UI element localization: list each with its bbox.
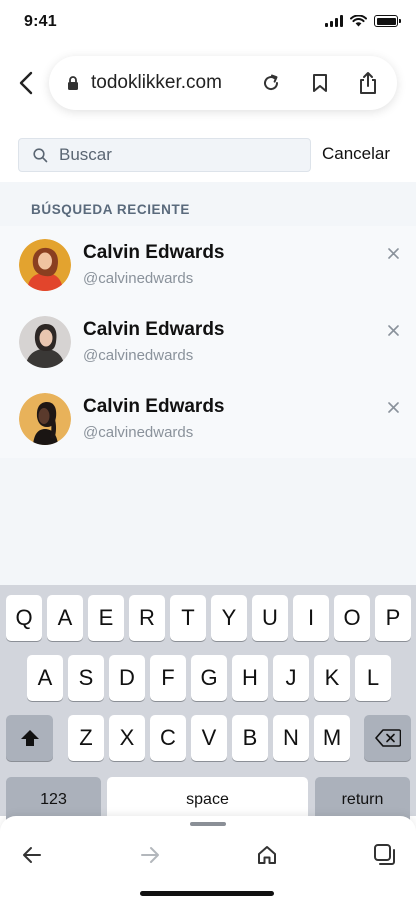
avatar-image (19, 239, 71, 291)
key-o[interactable]: O (334, 595, 370, 641)
item-handle: @calvinedwards (83, 270, 194, 287)
list-item[interactable]: Calvin Edwards @calvinedwards (0, 380, 416, 457)
remove-item-button[interactable] (384, 321, 402, 339)
key-d[interactable]: D (109, 655, 145, 701)
key-r[interactable]: R (129, 595, 165, 641)
status-icons (325, 15, 401, 27)
section-title: BÚSQUEDA RECIENTE (31, 202, 190, 217)
list-item[interactable]: Calvin Edwards @calvinedwards (0, 303, 416, 380)
arrow-right-icon (141, 847, 159, 863)
key-t[interactable]: T (170, 595, 206, 641)
key-y[interactable]: Y (211, 595, 247, 641)
key-a[interactable]: A (27, 655, 63, 701)
home-indicator (140, 891, 274, 896)
battery-icon (374, 15, 401, 27)
browser-bar: todoklikker.com (0, 56, 416, 110)
status-time: 9:41 (24, 13, 57, 30)
search-input[interactable] (59, 139, 299, 171)
key-q[interactable]: Q (6, 595, 42, 641)
key-c[interactable]: C (150, 715, 186, 761)
key-k[interactable]: K (314, 655, 350, 701)
item-name: Calvin Edwards (83, 319, 225, 340)
item-handle: @calvinedwards (83, 347, 194, 364)
search-box[interactable] (18, 138, 311, 172)
item-name: Calvin Edwards (83, 396, 225, 417)
item-name: Calvin Edwards (83, 242, 225, 263)
key-l[interactable]: L (355, 655, 391, 701)
close-icon (387, 247, 399, 259)
shift-key[interactable] (6, 715, 53, 761)
recent-list: Calvin Edwards @calvinedwards Calvin Edw… (0, 226, 416, 458)
key-s[interactable]: S (68, 655, 104, 701)
search-icon (33, 148, 48, 163)
bookmark-icon (313, 74, 327, 92)
close-icon (387, 324, 399, 336)
tabs-button[interactable] (370, 840, 400, 870)
avatar-image (19, 393, 71, 445)
avatar (19, 393, 71, 445)
sheet-grabber[interactable] (190, 822, 226, 826)
avatar-image (19, 316, 71, 368)
remove-item-button[interactable] (384, 398, 402, 416)
key-g[interactable]: G (191, 655, 227, 701)
backspace-icon (374, 729, 401, 747)
avatar (19, 239, 71, 291)
reload-button[interactable] (257, 69, 285, 97)
nav-back-button[interactable] (17, 840, 47, 870)
key-a[interactable]: A (47, 595, 83, 641)
shift-icon (20, 730, 39, 746)
wifi-icon (350, 15, 367, 27)
cancel-button[interactable]: Cancelar (322, 144, 390, 164)
browser-toolbar (0, 816, 416, 907)
key-e[interactable]: E (88, 595, 124, 641)
recent-search-panel: BÚSQUEDA RECIENTE Calvin Edwards @calvin… (0, 182, 416, 585)
key-n[interactable]: N (273, 715, 309, 761)
key-f[interactable]: F (150, 655, 186, 701)
share-button[interactable] (354, 69, 382, 97)
key-h[interactable]: H (232, 655, 268, 701)
avatar (19, 316, 71, 368)
list-item[interactable]: Calvin Edwards @calvinedwards (0, 226, 416, 303)
home-button[interactable] (252, 840, 282, 870)
remove-item-button[interactable] (384, 244, 402, 262)
key-p[interactable]: P (375, 595, 411, 641)
close-icon (387, 401, 399, 413)
share-icon (360, 72, 376, 94)
chevron-left-icon (19, 71, 33, 95)
lock-icon (68, 76, 78, 90)
address-bar[interactable]: todoklikker.com (49, 56, 397, 110)
back-button[interactable] (12, 68, 40, 98)
nav-forward-button[interactable] (135, 840, 165, 870)
key-z[interactable]: Z (68, 715, 104, 761)
key-i[interactable]: I (293, 595, 329, 641)
item-handle: @calvinedwards (83, 424, 194, 441)
key-u[interactable]: U (252, 595, 288, 641)
key-x[interactable]: X (109, 715, 145, 761)
key-m[interactable]: M (314, 715, 350, 761)
delete-key[interactable] (364, 715, 411, 761)
cellular-signal-icon (325, 15, 343, 27)
tabs-icon (374, 844, 395, 865)
url-text: todoklikker.com (91, 72, 222, 93)
key-b[interactable]: B (232, 715, 268, 761)
keyboard: Q A E R T Y U I O P A S D F G H J K L Z … (0, 585, 416, 823)
home-icon (258, 846, 276, 864)
reload-icon (264, 74, 279, 91)
key-j[interactable]: J (273, 655, 309, 701)
arrow-left-icon (23, 847, 41, 863)
bookmark-button[interactable] (306, 69, 334, 97)
status-bar: 9:41 (0, 0, 416, 44)
key-v[interactable]: V (191, 715, 227, 761)
